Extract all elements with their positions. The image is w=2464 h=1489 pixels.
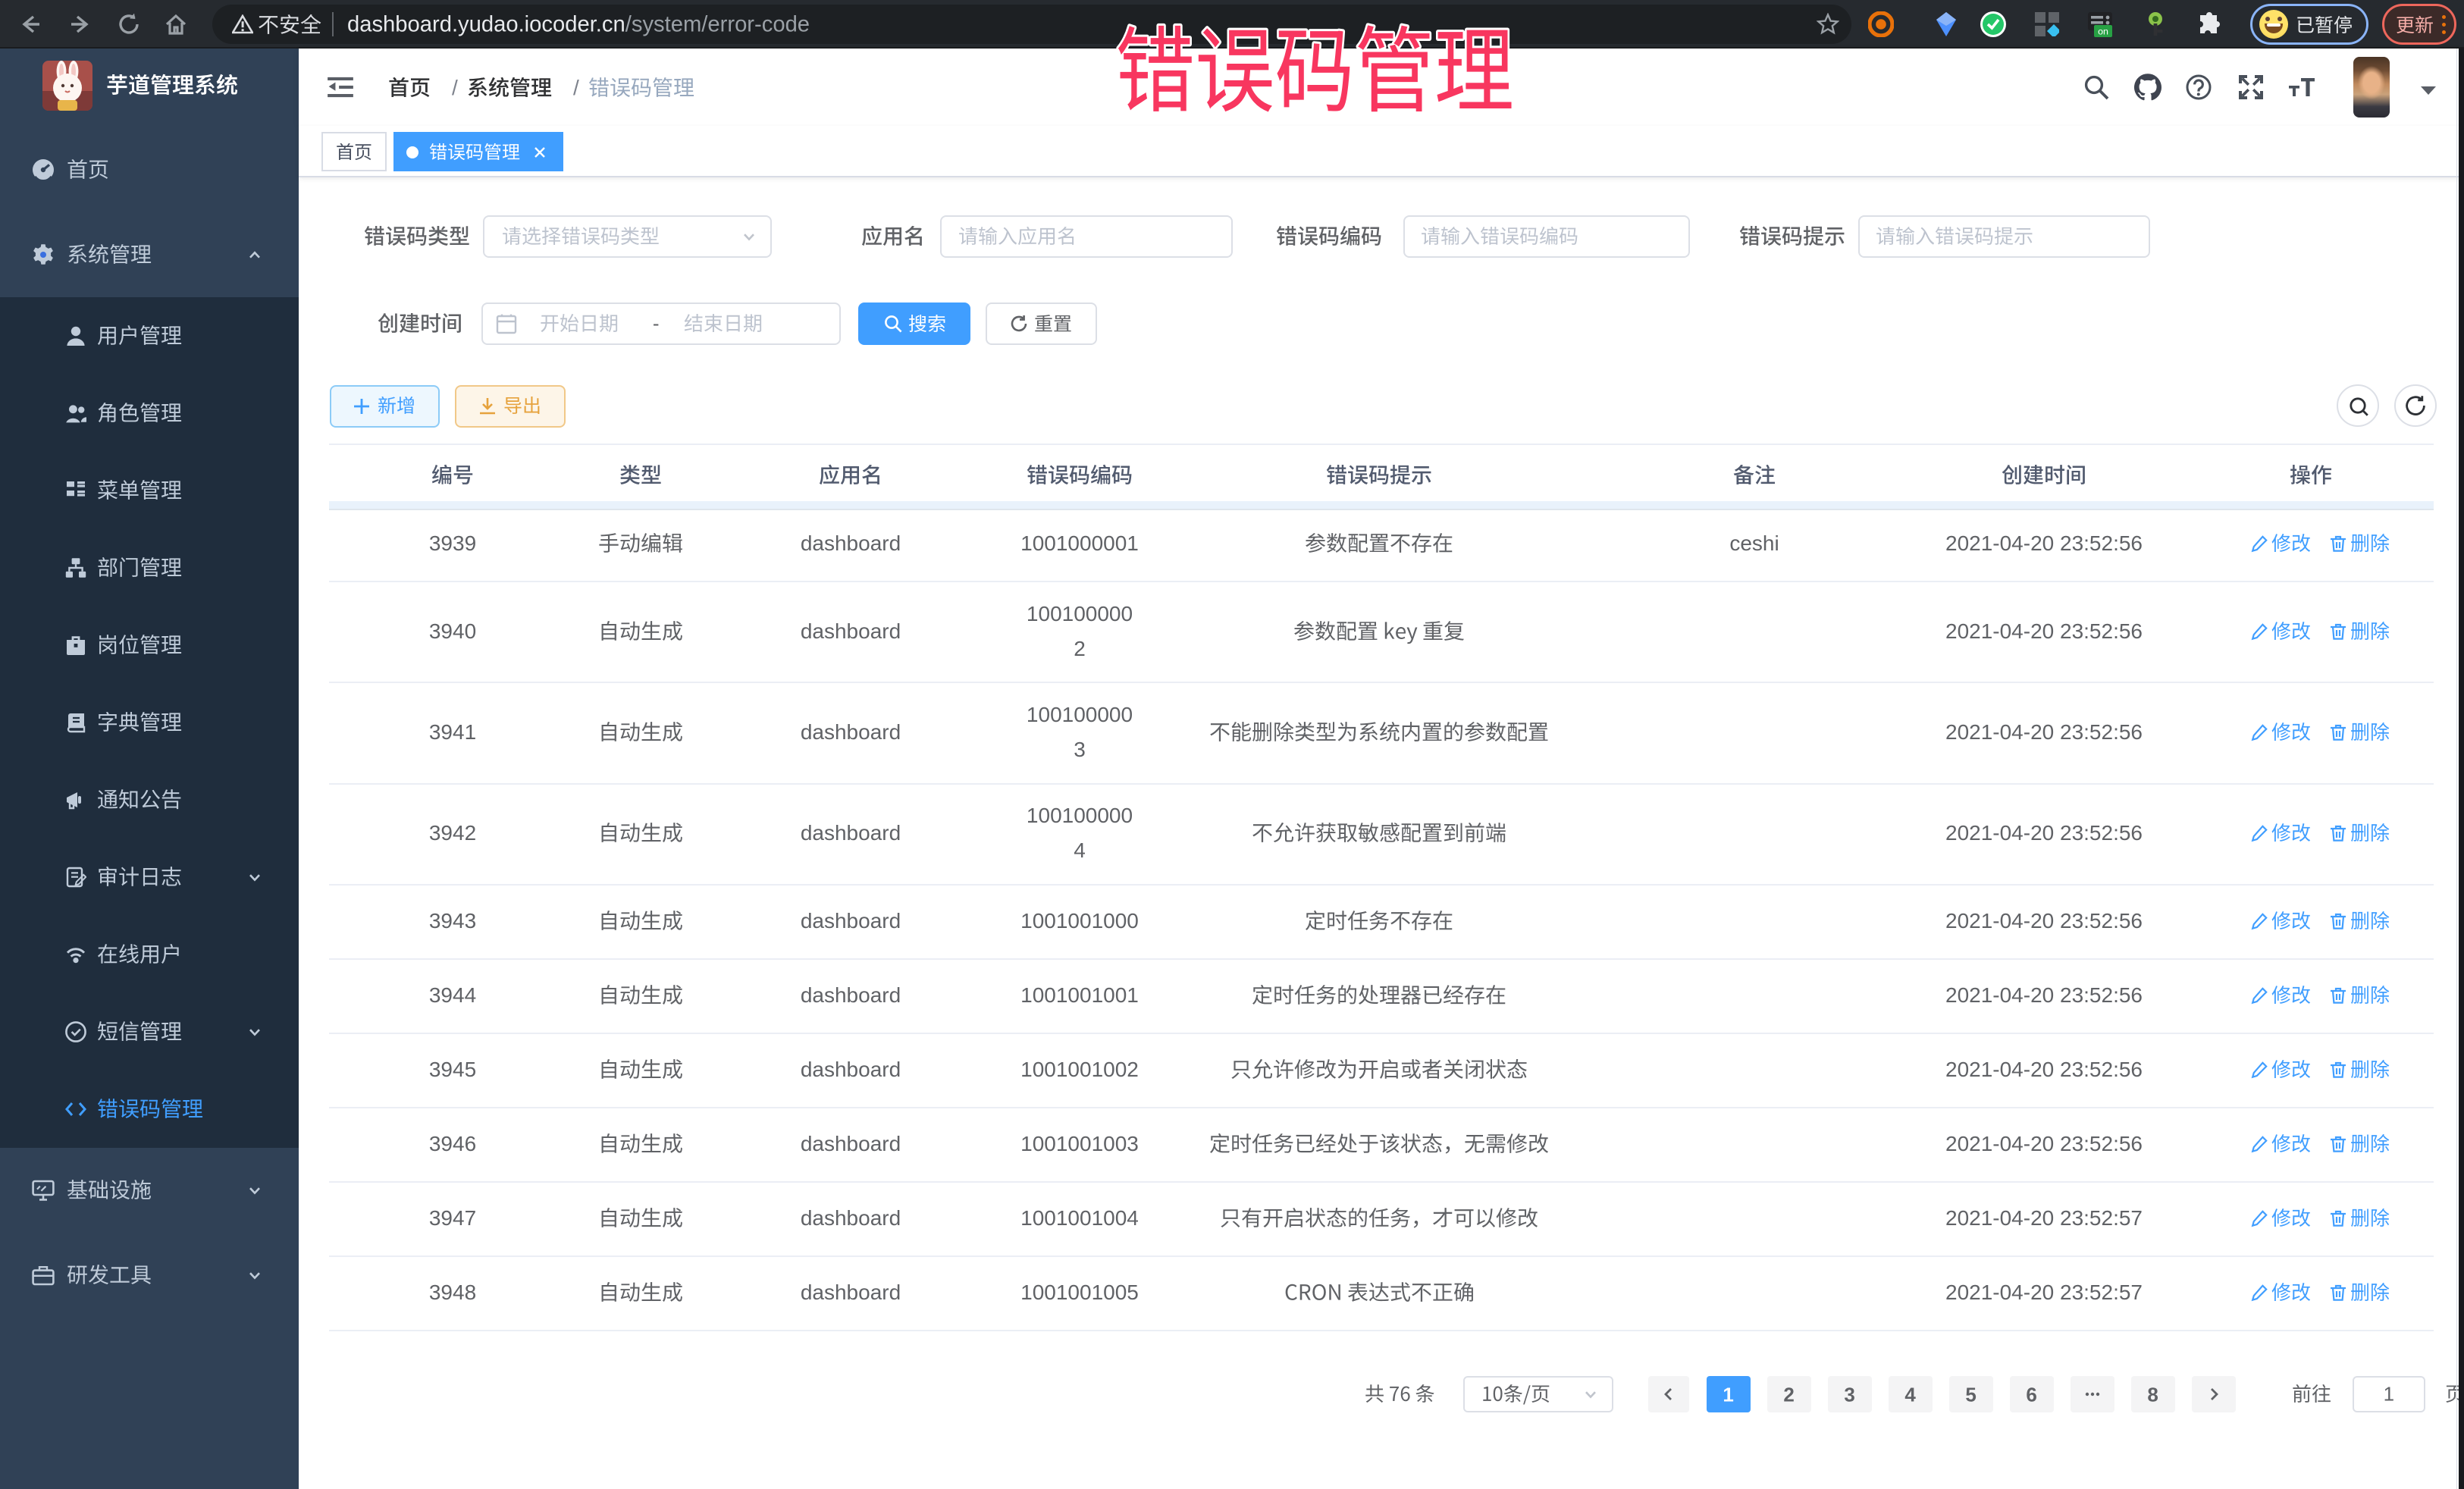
svg-text:on: on — [2098, 27, 2108, 37]
